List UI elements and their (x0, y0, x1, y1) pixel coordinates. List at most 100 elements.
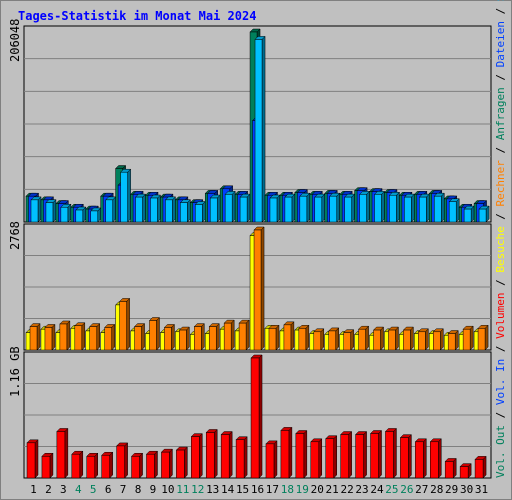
bar-volume-day-10-face (161, 451, 170, 479)
bar-sites-day-9 (148, 316, 161, 351)
bar-sites-day-11 (178, 326, 190, 351)
bar-volume-day-25 (384, 427, 398, 479)
bar-pages-day-23-face (359, 194, 367, 223)
bar-sites-day-19-side (305, 324, 310, 351)
bar-pages-day-15-side (246, 193, 251, 223)
bar-volume-day-26-face (400, 437, 409, 479)
bar-sites-day-26-face (403, 329, 411, 351)
bar-pages-day-11-face (180, 202, 188, 223)
x-tick-label-day: 1 (30, 483, 37, 496)
bar-volume-day-7-face (116, 445, 125, 479)
bar-pages-day-24-side (381, 190, 385, 223)
x-tick-label-day: 22 (340, 483, 353, 496)
bar-sites-day-30 (462, 325, 474, 351)
bar-sites-day-3-face (59, 323, 68, 351)
bar-sites-day-30-side (469, 325, 474, 351)
bar-sites-day-5-side (96, 322, 100, 351)
bar-pages-day-1-side (37, 196, 42, 223)
bar-pages-day-29-side (455, 198, 460, 223)
x-tick-label-day: 16 (251, 483, 264, 496)
bar-volume-day-25-face (385, 431, 394, 479)
bar-sites-day-13-side (215, 322, 220, 351)
bar-volume-day-15-side (243, 436, 248, 479)
bar-volume-day-1 (26, 439, 39, 479)
bar-volume-day-2-face (41, 456, 51, 479)
bar-pages-day-9 (149, 194, 162, 223)
bar-volume-day-1-side (34, 439, 39, 479)
bar-volume-day-19 (295, 429, 308, 479)
bar-sites-day-19 (298, 324, 310, 351)
bar-pages-day-20-side (321, 193, 326, 223)
bar-sites-day-2-face (44, 327, 53, 351)
bar-pages-day-28-side (441, 192, 445, 223)
x-tick-label-day: 27 (415, 483, 428, 496)
bar-volume-day-21 (325, 435, 338, 479)
daily-statistics-chart: 206048 2768 1.16 GB Vol. Out / Vol. In /… (8, 0, 507, 496)
bar-pages-day-10-side (172, 196, 176, 223)
bar-pages-day-25-face (389, 195, 397, 223)
bar-sites-day-28-face (433, 331, 441, 351)
bar-volume-day-24-face (370, 433, 379, 479)
bar-sites-day-10 (163, 323, 176, 351)
x-tick-label-day: 5 (90, 483, 97, 496)
bar-volume-day-12 (190, 433, 203, 479)
bar-volume-day-16 (250, 354, 263, 479)
bar-volume-day-9 (145, 450, 159, 479)
x-tick-label-day: 29 (445, 483, 458, 496)
bar-volume-day-11 (175, 446, 188, 479)
bar-volume-day-16-face (250, 357, 260, 479)
bar-sites-day-27-face (418, 331, 426, 351)
bar-pages-day-21-face (329, 195, 337, 223)
bar-sites-day-16-face (253, 229, 262, 351)
bar-volume-day-7 (116, 442, 129, 479)
bar-volume-day-31-face (474, 459, 484, 479)
bar-sites-day-24 (372, 326, 385, 351)
bar-pages-day-27-face (419, 196, 427, 223)
bar-sites-day-22-side (350, 329, 354, 351)
bar-sites-day-23 (357, 325, 370, 351)
bar-pages-day-18 (284, 193, 296, 223)
bar-volume-day-30-face (459, 466, 469, 479)
bar-volume-day-2 (41, 452, 54, 479)
bar-sites-day-15-side (245, 319, 250, 351)
bar-sites-day-10-side (171, 323, 175, 351)
x-tick-label-day: 12 (191, 483, 204, 496)
bar-volume-day-26-side (408, 434, 412, 479)
bar-sites-day-17-face (268, 328, 277, 351)
x-tick-label-day: 24 (370, 483, 384, 496)
bar-volume-day-12-side (199, 433, 203, 479)
bar-pages-day-31-face (478, 208, 487, 223)
bar-sites-day-6-face (104, 327, 112, 351)
bar-volume-day-22-face (340, 434, 349, 479)
bar-volume-day-14-side (228, 430, 233, 479)
bar-pages-day-19-face (299, 195, 308, 223)
bar-pages-day-6 (105, 196, 117, 223)
bar-pages-day-13-side (216, 194, 221, 223)
bar-sites-day-21-face (328, 330, 336, 351)
bar-sites-day-23-face (358, 328, 366, 351)
bar-volume-day-20-face (310, 441, 320, 479)
bar-volume-day-28 (429, 438, 442, 479)
bar-volume-day-10 (160, 448, 174, 479)
bar-sites-day-22 (343, 329, 355, 351)
x-tick-label-day: 20 (311, 483, 324, 496)
x-tick-label-day: 19 (296, 483, 309, 496)
bar-volume-day-6-side (109, 451, 113, 479)
bar-sites-day-12-side (201, 322, 205, 351)
bar-sites-day-21 (328, 327, 340, 351)
x-tick-label-day: 2 (45, 483, 52, 496)
bar-volume-day-11-side (184, 446, 188, 479)
bar-sites-day-13 (208, 322, 220, 351)
bar-sites-day-4-face (74, 325, 83, 351)
bar-volume-day-21-side (333, 435, 337, 479)
bar-pages-day-22 (344, 193, 356, 223)
bar-sites-day-3 (59, 320, 71, 351)
bar-sites-day-2-side (51, 323, 56, 351)
bar-sites-day-15 (238, 319, 250, 351)
bar-sites-day-30-face (462, 328, 471, 351)
bar-sites-day-1-side (36, 322, 41, 351)
bar-volume-day-28-face (430, 441, 439, 479)
legend-item: Vol. Out (494, 425, 507, 478)
bar-pages-day-5 (90, 207, 102, 223)
bar-volume-day-18-face (280, 430, 290, 479)
